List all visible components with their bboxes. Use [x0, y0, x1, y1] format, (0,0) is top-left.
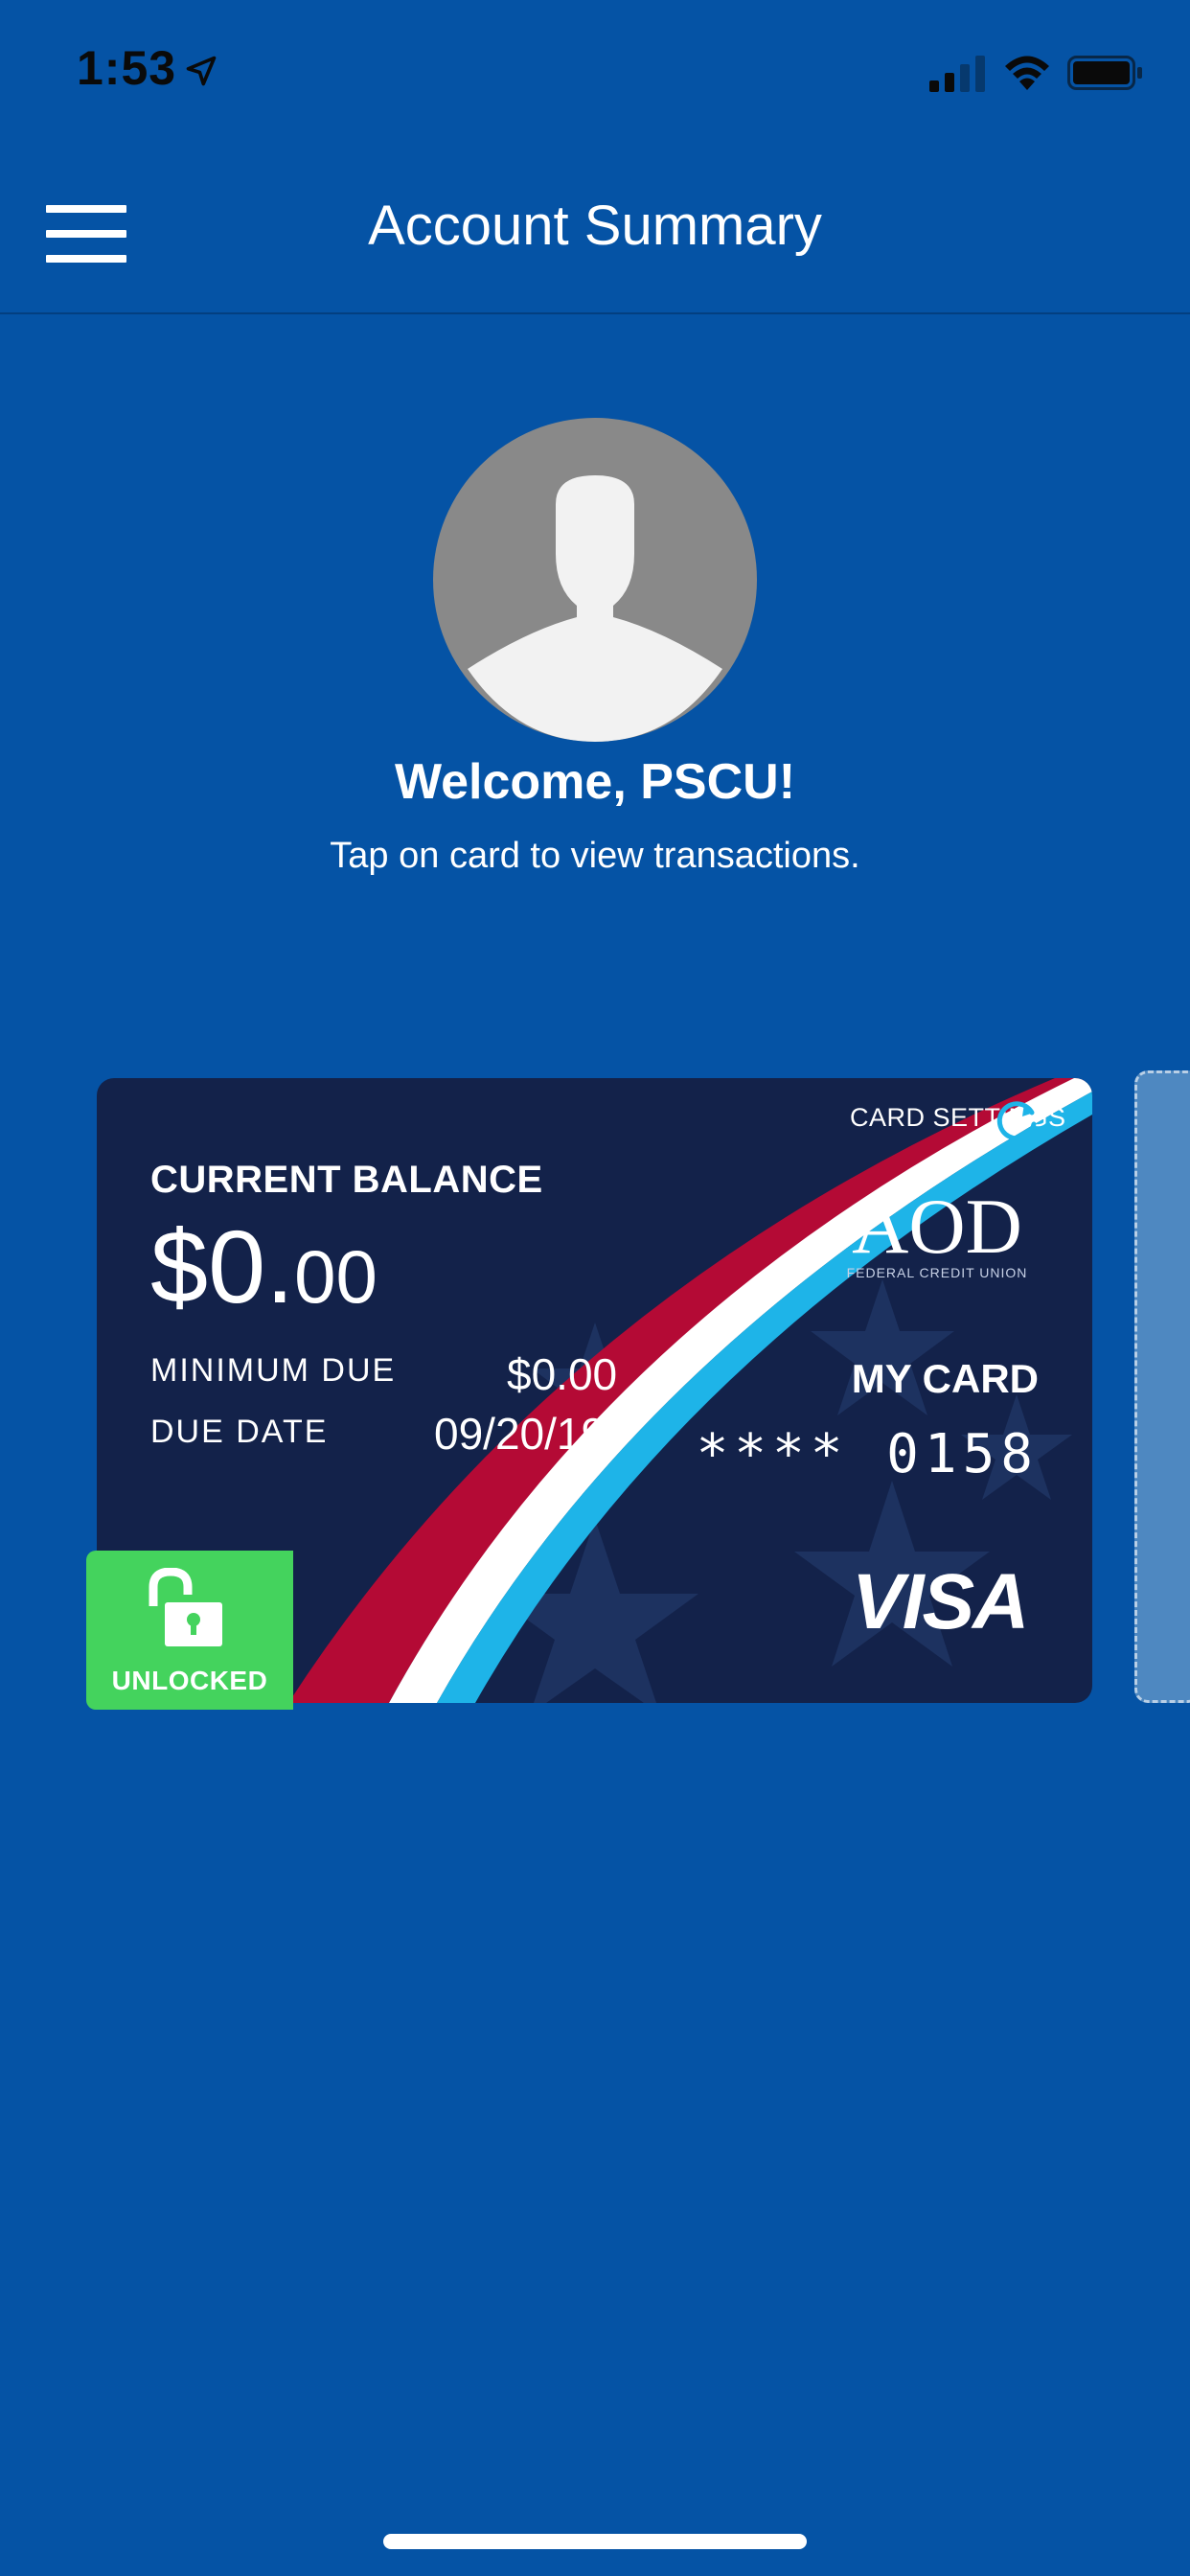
- balance-dollars: $0.: [150, 1208, 295, 1324]
- current-balance-value: $0.00: [150, 1212, 378, 1321]
- due-date-label: DUE DATE: [150, 1414, 329, 1450]
- status-time: 1:53: [77, 41, 177, 95]
- due-date-value: 09/20/19: [434, 1409, 606, 1459]
- home-indicator[interactable]: [383, 2534, 807, 2549]
- card-number-last4: 0158: [886, 1423, 1039, 1485]
- instruction-text: Tap on card to view transactions.: [330, 836, 860, 876]
- welcome-message: Welcome, PSCU!: [394, 754, 796, 810]
- page-title: Account Summary: [368, 195, 822, 257]
- visa-logo: VISA: [852, 1558, 1029, 1645]
- status-bar: 1:53: [0, 0, 1190, 144]
- card-lock-toggle[interactable]: UNLOCKED: [86, 1551, 293, 1710]
- wifi-icon: [1005, 56, 1049, 90]
- nav-bar: Account Summary: [0, 144, 1190, 314]
- battery-icon: [1067, 56, 1142, 90]
- card-name: MY CARD: [851, 1356, 1039, 1401]
- balance-cents: 00: [294, 1234, 378, 1319]
- unlocked-padlock-icon: [149, 1568, 222, 1646]
- user-silhouette-icon: [468, 475, 722, 742]
- issuer-logo: AOD FEDERAL CREDIT UNION: [847, 1184, 1028, 1280]
- cellular-signal-icon: [929, 56, 985, 92]
- current-balance-label: CURRENT BALANCE: [150, 1159, 543, 1201]
- refresh-icon[interactable]: [990, 1093, 1043, 1147]
- next-card-peek[interactable]: [1134, 1070, 1190, 1703]
- location-arrow-icon: [186, 56, 217, 86]
- minimum-due-value: $0.00: [507, 1349, 618, 1399]
- avatar[interactable]: [433, 418, 757, 742]
- svg-text:AOD: AOD: [852, 1184, 1022, 1270]
- card-number-mask: ****: [696, 1423, 849, 1485]
- card-number: **** 0158: [697, 1423, 1039, 1485]
- lock-status-label: UNLOCKED: [111, 1666, 268, 1695]
- svg-text:FEDERAL CREDIT UNION: FEDERAL CREDIT UNION: [847, 1265, 1028, 1280]
- minimum-due-label: MINIMUM DUE: [150, 1352, 397, 1389]
